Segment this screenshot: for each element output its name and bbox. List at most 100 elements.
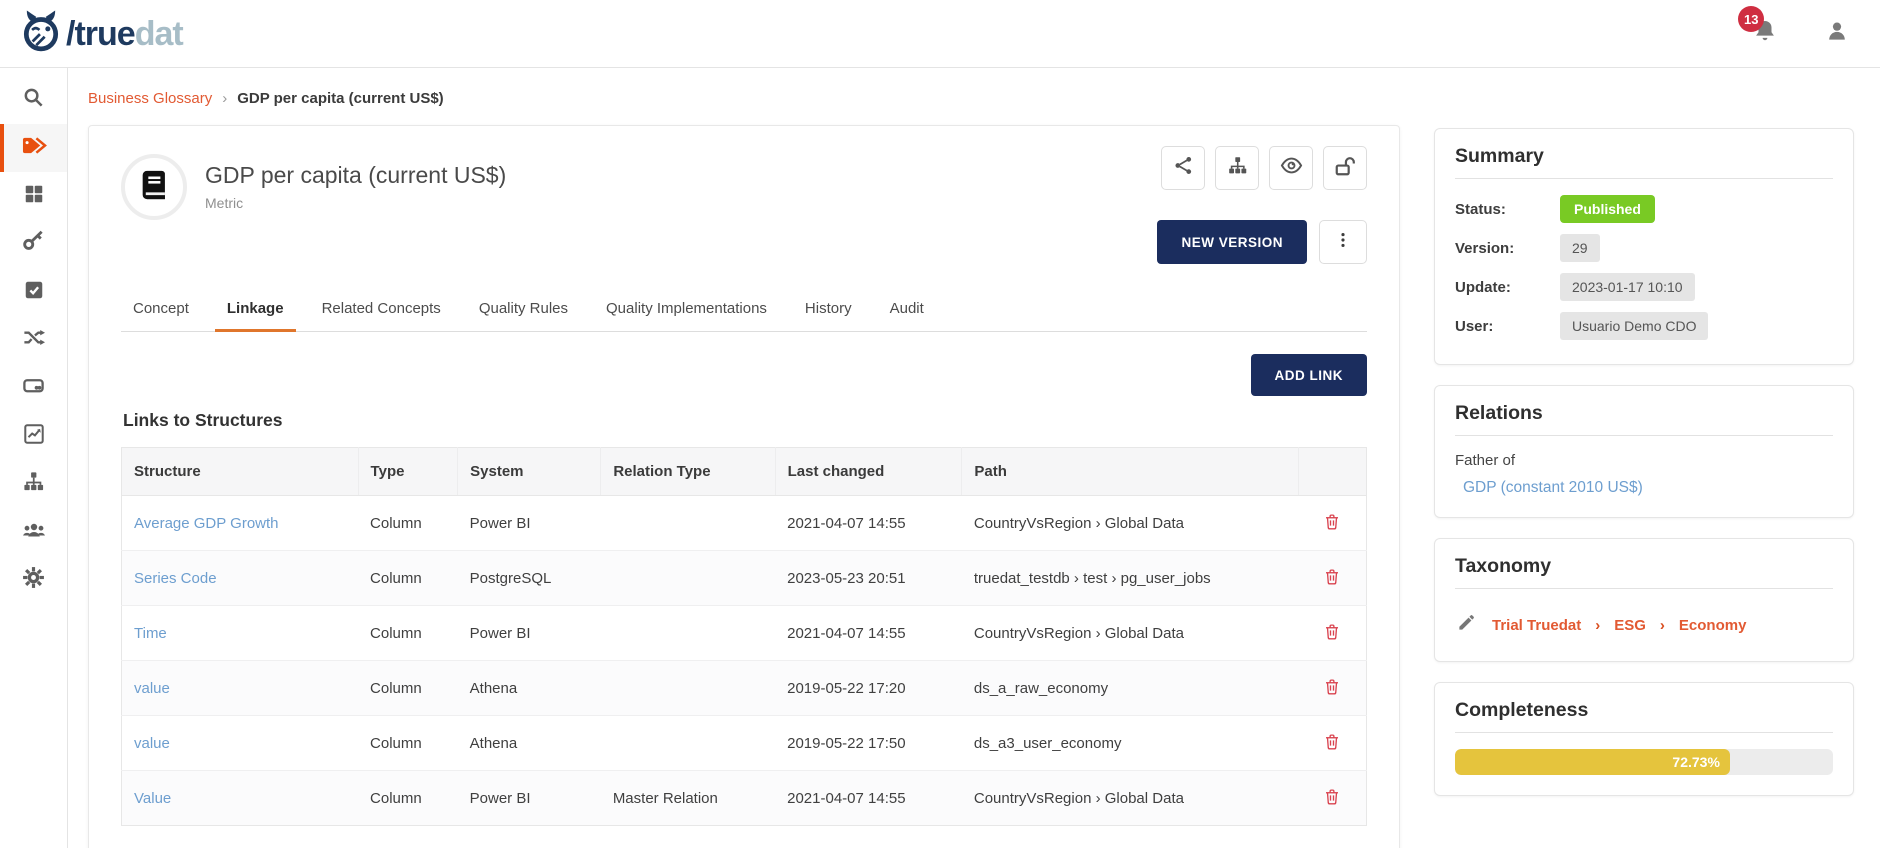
delete-link-button[interactable] [1321,565,1343,591]
cell-last-changed: 2021-04-07 14:55 [775,606,962,661]
bell-icon [1752,31,1778,48]
user-label: User: [1455,318,1560,335]
brand-wordmark: /truedat [66,17,183,51]
sidebar [0,68,68,848]
sidebar-item-analytics[interactable] [0,412,67,460]
cell-relation-type [601,716,775,771]
tab-quality-rules[interactable]: Quality Rules [467,290,580,331]
page-title: GDP per capita (current US$) [205,162,506,189]
sidebar-item-quality[interactable] [0,268,67,316]
cell-path: truedat_testdb › test › pg_user_jobs [962,551,1298,606]
version-label: Version: [1455,240,1560,257]
user-menu-button[interactable] [1824,18,1850,49]
structure-link[interactable]: Average GDP Growth [134,515,279,532]
add-link-button[interactable]: ADD LINK [1251,354,1368,396]
sidebar-item-users[interactable] [0,508,67,556]
taxonomy-separator: › [1660,617,1665,634]
structure-link[interactable]: Value [134,790,171,807]
delete-link-button[interactable] [1321,675,1343,701]
table-header-row: Structure Type System Relation Type Last… [122,448,1367,496]
taxonomy-domain-link[interactable]: Economy [1679,617,1747,634]
structure-link[interactable]: value [134,735,170,752]
owl-logo-icon [22,10,60,57]
edit-taxonomy-button[interactable] [1457,613,1476,637]
tab-history[interactable]: History [793,290,864,331]
sidebar-item-search[interactable] [0,76,67,124]
cell-type: Column [358,496,458,551]
share-button[interactable] [1161,146,1205,190]
cell-last-changed: 2021-04-07 14:55 [775,771,962,826]
hard-drive-icon [22,374,45,402]
cell-system: Athena [458,661,601,716]
status-badge: Published [1560,195,1655,223]
col-header-last-changed: Last changed [775,448,962,496]
sidebar-item-systems[interactable] [0,364,67,412]
sidebar-item-permissions[interactable] [0,220,67,268]
taxonomy-panel: Taxonomy Trial Truedat › ESG › Economy [1434,538,1854,662]
sidebar-item-lineage[interactable] [0,316,67,364]
hierarchy-button[interactable] [1215,146,1259,190]
trash-icon [1323,732,1341,751]
brand-logo[interactable]: /truedat [22,10,183,57]
breadcrumb-separator: › [222,90,227,107]
sidebar-item-glossary[interactable] [0,124,67,172]
users-icon [22,518,46,547]
cell-relation-type [601,606,775,661]
sidebar-item-settings[interactable] [0,556,67,604]
related-concept-link[interactable]: GDP (constant 2010 US$) [1463,479,1643,496]
share-icon [1173,155,1194,181]
check-square-icon [23,279,45,306]
status-label: Status: [1455,201,1560,218]
concept-avatar [121,154,187,220]
cell-path: CountryVsRegion › Global Data [962,771,1298,826]
watch-button[interactable] [1269,146,1313,190]
structure-link[interactable]: value [134,680,170,697]
structure-link[interactable]: Time [134,625,167,642]
cell-path: ds_a_raw_economy [962,661,1298,716]
cell-relation-type [601,551,775,606]
col-header-system: System [458,448,601,496]
col-header-type: Type [358,448,458,496]
col-header-relation-type: Relation Type [601,448,775,496]
new-version-button[interactable]: NEW VERSION [1157,220,1307,264]
eye-icon [1280,154,1303,182]
more-actions-button[interactable] [1319,220,1367,264]
breadcrumb-current: GDP per capita (current US$) [237,90,443,107]
tab-quality-implementations[interactable]: Quality Implementations [594,290,779,331]
delete-link-button[interactable] [1321,785,1343,811]
tab-concept[interactable]: Concept [121,290,201,331]
taxonomy-domain-link[interactable]: ESG [1614,617,1646,634]
structure-link[interactable]: Series Code [134,570,217,587]
relation-kind-label: Father of [1455,452,1833,469]
taxonomy-domain-link[interactable]: Trial Truedat [1492,617,1581,634]
tag-icon [19,134,48,162]
tab-audit[interactable]: Audit [878,290,936,331]
sidebar-item-dashboards[interactable] [0,172,67,220]
delete-link-button[interactable] [1321,620,1343,646]
notifications-button[interactable]: 13 [1752,18,1778,49]
cell-path: CountryVsRegion › Global Data [962,606,1298,661]
sidebar-item-structures[interactable] [0,460,67,508]
shuffle-icon [22,326,45,354]
delete-link-button[interactable] [1321,510,1343,536]
kebab-icon [1333,230,1353,255]
taxonomy-title: Taxonomy [1455,555,1833,589]
book-icon [137,168,171,207]
cell-system: PostgreSQL [458,551,601,606]
line-chart-icon [23,423,45,450]
sitemap-icon [22,470,45,498]
summary-panel: Summary Status: Published Version: 29 Up… [1434,128,1854,365]
concept-card: GDP per capita (current US$) Metric [88,125,1400,848]
breadcrumb-business-glossary[interactable]: Business Glossary [88,90,212,107]
cell-type: Column [358,661,458,716]
cell-path: ds_a3_user_economy [962,716,1298,771]
tab-related-concepts[interactable]: Related Concepts [310,290,453,331]
unlock-button[interactable] [1323,146,1367,190]
tab-linkage[interactable]: Linkage [215,290,296,332]
cell-relation-type [601,496,775,551]
concept-tabs: Concept Linkage Related Concepts Quality… [121,290,1367,332]
grid-icon [23,183,45,210]
cell-last-changed: 2021-04-07 14:55 [775,496,962,551]
delete-link-button[interactable] [1321,730,1343,756]
col-header-path: Path [962,448,1298,496]
